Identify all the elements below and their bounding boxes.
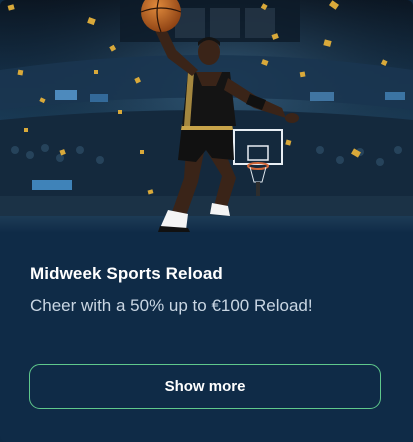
promo-body: Midweek Sports Reload Cheer with a 50% u… <box>0 233 413 442</box>
promo-hero-image <box>0 0 413 233</box>
promo-title: Midweek Sports Reload <box>30 264 223 283</box>
promo-description: Cheer with a 50% up to €100 Reload! <box>30 296 313 315</box>
promo-card[interactable]: Midweek Sports Reload Cheer with a 50% u… <box>0 0 413 442</box>
show-more-button[interactable]: Show more <box>29 364 381 409</box>
